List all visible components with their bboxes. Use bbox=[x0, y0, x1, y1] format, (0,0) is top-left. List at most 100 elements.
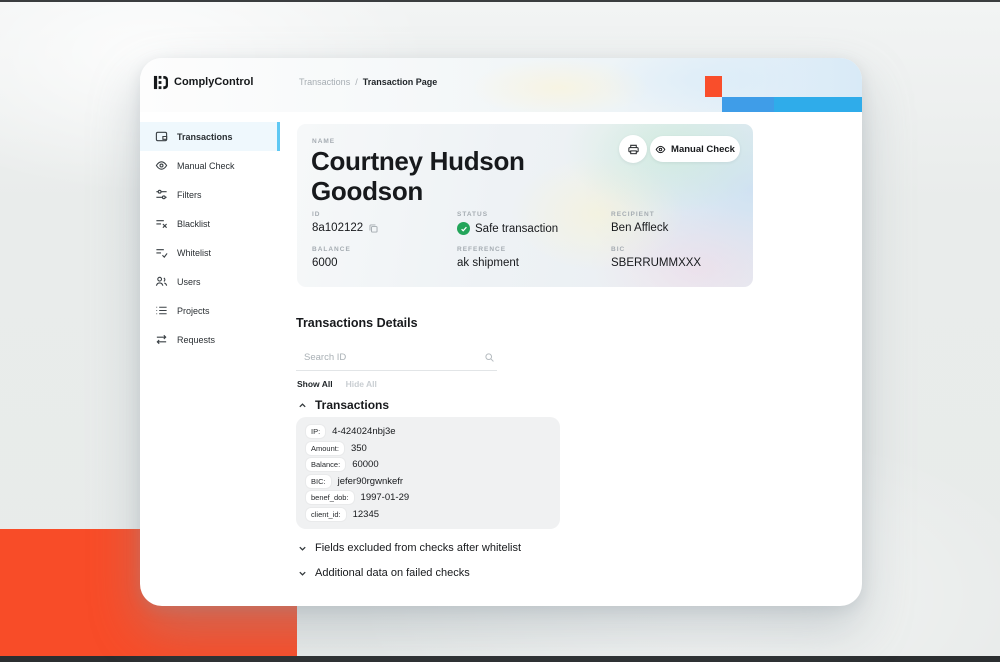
kv-key-chip: IP: bbox=[306, 425, 325, 438]
kv-value: 60000 bbox=[352, 459, 378, 470]
transaction-fields-panel: IP: 4-424024nbj3e Amount: 350 Balance: 6… bbox=[296, 417, 560, 529]
list-icon bbox=[155, 304, 168, 317]
sidebar: ComplyControl Transactions Manual Check bbox=[140, 58, 280, 606]
kv-row: Amount: 350 bbox=[306, 442, 550, 455]
kv-row: IP: 4-424024nbj3e bbox=[306, 425, 550, 438]
breadcrumb-separator: / bbox=[355, 77, 358, 87]
kv-key-chip: client_id: bbox=[306, 508, 346, 521]
field-value: Ben Affleck bbox=[611, 222, 668, 234]
kv-key-chip: Amount: bbox=[306, 442, 344, 455]
manual-check-button[interactable]: Manual Check bbox=[650, 136, 740, 162]
top-border-line bbox=[0, 0, 1000, 2]
chevron-down-icon bbox=[298, 544, 307, 553]
transaction-summary-card: NAME Courtney Hudson Goodson Manual Chec… bbox=[297, 124, 753, 287]
kv-value: 4-424024nbj3e bbox=[332, 426, 395, 437]
section-failed-checks-toggle[interactable]: Additional data on failed checks bbox=[298, 567, 470, 579]
field-label: ID bbox=[312, 211, 379, 218]
decoration-blue-bar-left bbox=[722, 97, 774, 112]
sidebar-item-label: Filters bbox=[177, 190, 202, 200]
sidebar-item-label: Whitelist bbox=[177, 248, 211, 258]
field-label: BALANCE bbox=[312, 246, 351, 253]
eye-icon bbox=[155, 159, 168, 172]
sliders-icon bbox=[155, 188, 168, 201]
field-label: RECIPIENT bbox=[611, 211, 668, 218]
printer-icon bbox=[627, 143, 640, 156]
decoration-orange-square bbox=[705, 76, 722, 97]
field-label: BIC bbox=[611, 246, 701, 253]
field-label: REFERENCE bbox=[457, 246, 519, 253]
page: Transactions / Transaction Page ComplyCo… bbox=[0, 0, 1000, 662]
manual-check-label: Manual Check bbox=[671, 144, 735, 155]
brand-logo-icon bbox=[153, 75, 168, 90]
field-value: ak shipment bbox=[457, 257, 519, 269]
details-title: Transactions Details bbox=[296, 316, 418, 330]
bottom-border-line bbox=[0, 656, 1000, 662]
sidebar-item-label: Users bbox=[177, 277, 201, 287]
kv-key-chip: benef_dob: bbox=[306, 491, 354, 504]
sidebar-item-users[interactable]: Users bbox=[140, 267, 280, 296]
kv-value: jefer90rgwnkefr bbox=[338, 476, 403, 487]
search-icon[interactable] bbox=[484, 352, 495, 363]
sidebar-item-label: Manual Check bbox=[177, 161, 235, 171]
field-bic: BIC SBERRUMMXXX bbox=[611, 246, 701, 269]
sidebar-item-projects[interactable]: Projects bbox=[140, 296, 280, 325]
kv-row: Balance: 60000 bbox=[306, 458, 550, 471]
field-value: 6000 bbox=[312, 257, 338, 269]
name-label: NAME bbox=[312, 138, 335, 145]
kv-key-chip: Balance: bbox=[306, 458, 345, 471]
status-badge: Safe transaction bbox=[475, 223, 558, 235]
sidebar-item-requests[interactable]: Requests bbox=[140, 325, 280, 354]
check-circle-icon bbox=[457, 222, 470, 235]
chevron-up-icon bbox=[298, 401, 307, 410]
eye-icon bbox=[655, 144, 666, 155]
sidebar-nav: Transactions Manual Check Filters bbox=[140, 122, 280, 354]
decoration-blue-bar bbox=[722, 97, 862, 112]
list-check-icon bbox=[155, 246, 168, 259]
kv-value: 12345 bbox=[353, 509, 379, 520]
show-all-link[interactable]: Show All bbox=[297, 379, 333, 389]
print-button[interactable] bbox=[619, 135, 647, 163]
wallet-icon bbox=[155, 130, 168, 143]
sidebar-item-manual-check[interactable]: Manual Check bbox=[140, 151, 280, 180]
copy-icon[interactable] bbox=[368, 223, 379, 234]
sidebar-item-label: Projects bbox=[177, 306, 210, 316]
section-label: Additional data on failed checks bbox=[315, 567, 470, 579]
transaction-holder-name: Courtney Hudson Goodson bbox=[311, 147, 561, 207]
breadcrumb: Transactions / Transaction Page bbox=[299, 77, 437, 87]
app-window: Transactions / Transaction Page ComplyCo… bbox=[140, 58, 862, 606]
breadcrumb-current: Transaction Page bbox=[363, 77, 438, 87]
hide-all-link[interactable]: Hide All bbox=[346, 379, 377, 389]
list-x-icon bbox=[155, 217, 168, 230]
sidebar-item-label: Blacklist bbox=[177, 219, 210, 229]
field-reference: REFERENCE ak shipment bbox=[457, 246, 519, 269]
section-label: Fields excluded from checks after whitel… bbox=[315, 542, 521, 554]
sidebar-item-filters[interactable]: Filters bbox=[140, 180, 280, 209]
sidebar-item-blacklist[interactable]: Blacklist bbox=[140, 209, 280, 238]
sidebar-item-whitelist[interactable]: Whitelist bbox=[140, 238, 280, 267]
field-label: STATUS bbox=[457, 211, 558, 218]
breadcrumb-parent[interactable]: Transactions bbox=[299, 77, 350, 87]
field-status: STATUS Safe transaction bbox=[457, 211, 558, 235]
field-value: 8a102122 bbox=[312, 222, 363, 234]
kv-key-chip: BIC: bbox=[306, 475, 331, 488]
search-input[interactable] bbox=[296, 345, 476, 370]
arrows-swap-icon bbox=[155, 333, 168, 346]
section-excluded-fields-toggle[interactable]: Fields excluded from checks after whitel… bbox=[298, 542, 521, 554]
search-box bbox=[296, 345, 497, 371]
sidebar-item-label: Requests bbox=[177, 335, 215, 345]
users-icon bbox=[155, 275, 168, 288]
kv-value: 350 bbox=[351, 443, 367, 454]
field-value: SBERRUMMXXX bbox=[611, 257, 701, 269]
kv-row: BIC: jefer90rgwnkefr bbox=[306, 475, 550, 488]
kv-row: client_id: 12345 bbox=[306, 508, 550, 521]
field-balance: BALANCE 6000 bbox=[312, 246, 351, 269]
field-id: ID 8a102122 bbox=[312, 211, 379, 234]
section-label: Transactions bbox=[315, 398, 389, 412]
sidebar-item-transactions[interactable]: Transactions bbox=[140, 122, 280, 151]
brand-name: ComplyControl bbox=[174, 76, 253, 88]
decoration-blue-bar-right bbox=[774, 97, 862, 112]
show-hide-controls: Show All Hide All bbox=[297, 379, 377, 389]
chevron-down-icon bbox=[298, 569, 307, 578]
section-transactions-toggle[interactable]: Transactions bbox=[298, 398, 389, 412]
field-recipient: RECIPIENT Ben Affleck bbox=[611, 211, 668, 234]
